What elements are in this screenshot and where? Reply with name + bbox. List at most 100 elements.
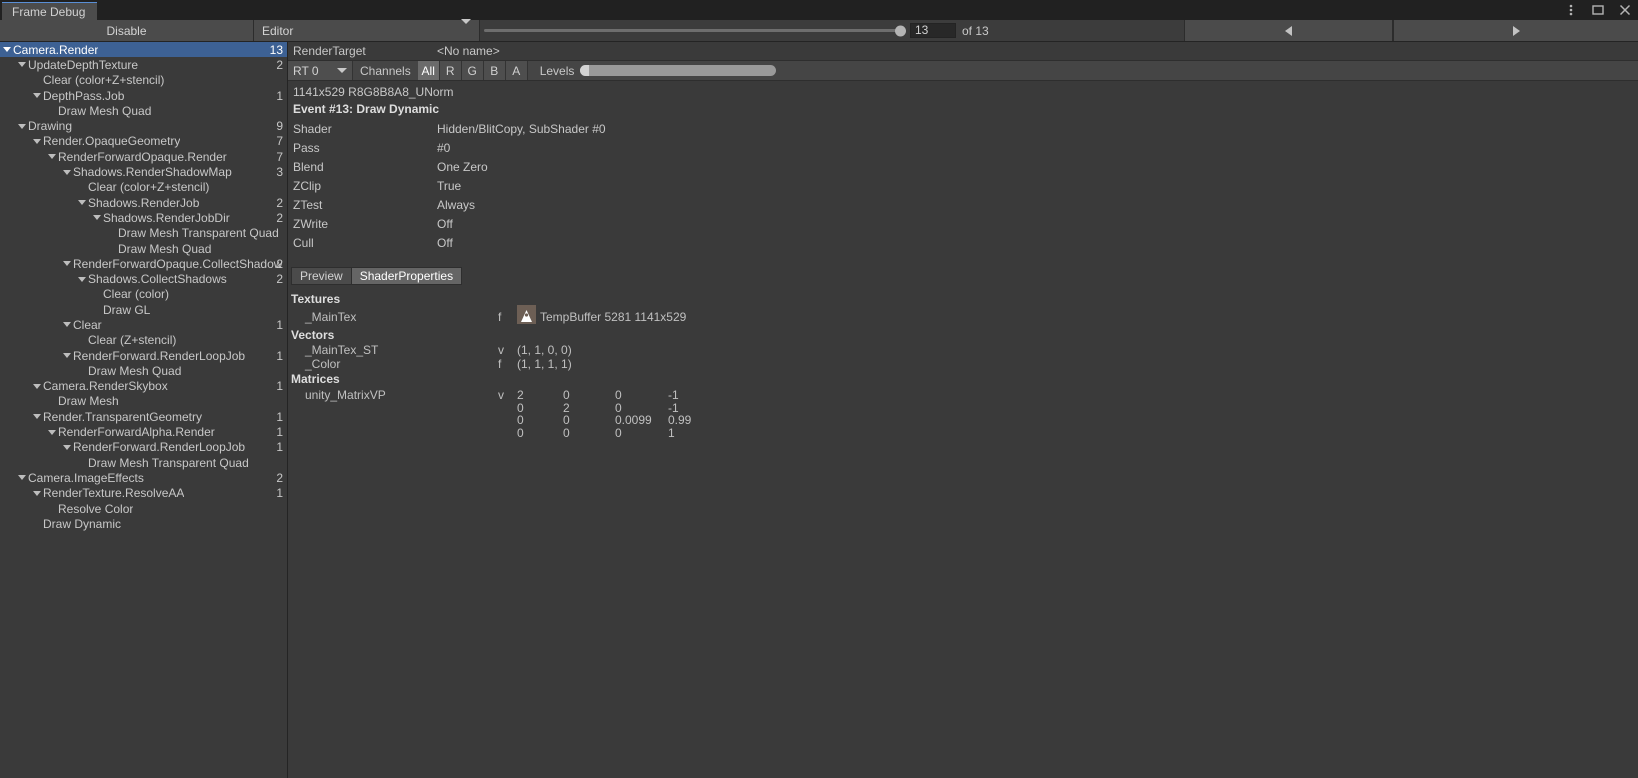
tree-row[interactable]: RenderForwardAlpha.Render 1 — [0, 424, 287, 439]
tree-row-label: Draw Mesh Transparent Quad — [118, 226, 279, 241]
matrix-cell: 0 — [517, 425, 524, 440]
foldout-toggle[interactable] — [60, 169, 73, 175]
tree-row-label: Shadows.RenderShadowMap — [73, 165, 232, 180]
foldout-toggle[interactable] — [60, 261, 73, 267]
event-property-value: #0 — [437, 141, 451, 155]
tree-row[interactable]: Render.OpaqueGeometry 7 — [0, 134, 287, 149]
tree-row-count: 1 — [276, 486, 283, 501]
event-slider-knob[interactable] — [895, 25, 906, 36]
kebab-menu-icon[interactable] — [1564, 3, 1578, 17]
levels-slider[interactable] — [580, 65, 777, 76]
tree-row[interactable]: Draw Mesh Quad — [0, 241, 287, 256]
foldout-toggle[interactable] — [0, 47, 13, 53]
tree-row-label: RenderForwardOpaque.CollectShadow — [73, 256, 283, 271]
tree-row-label: Clear (color+Z+stencil) — [43, 73, 165, 88]
triangle-down-icon — [32, 383, 41, 389]
tree-row[interactable]: Drawing 9 — [0, 118, 287, 133]
channel-button-a[interactable]: A — [505, 61, 528, 80]
tree-row[interactable]: Shadows.RenderJobDir 2 — [0, 210, 287, 225]
tree-row[interactable]: Resolve Color — [0, 501, 287, 516]
window-tab-frame-debug[interactable]: Frame Debug — [2, 2, 98, 20]
maximize-icon[interactable] — [1591, 3, 1605, 17]
tree-row-label: DepthPass.Job — [43, 88, 125, 103]
tree-row[interactable]: Shadows.CollectShadows 2 — [0, 271, 287, 286]
tree-row[interactable]: Draw Mesh Transparent Quad — [0, 226, 287, 241]
tree-row[interactable]: UpdateDepthTexture 2 — [0, 57, 287, 72]
tab-shaderproperties[interactable]: ShaderProperties — [351, 267, 463, 285]
foldout-toggle[interactable] — [15, 62, 28, 68]
foldout-toggle[interactable] — [90, 215, 103, 221]
tree-row[interactable]: RenderForwardOpaque.CollectShadow 2 — [0, 256, 287, 271]
tree-row[interactable]: Clear (Z+stencil) — [0, 333, 287, 348]
foldout-toggle[interactable] — [45, 154, 58, 160]
tree-row[interactable]: Draw Mesh Transparent Quad — [0, 455, 287, 470]
channel-button-g[interactable]: G — [461, 61, 484, 80]
foldout-toggle[interactable] — [15, 475, 28, 481]
target-dropdown[interactable]: Editor — [254, 18, 480, 41]
tree-row[interactable]: Draw Dynamic — [0, 516, 287, 531]
detail-tab-bar: Preview ShaderProperties — [291, 267, 1638, 285]
vector-value: (1, 1, 1, 1) — [517, 356, 572, 371]
disable-button[interactable]: Disable — [0, 20, 254, 41]
event-property-name: ZTest — [293, 198, 323, 212]
foldout-toggle[interactable] — [60, 444, 73, 450]
tree-row[interactable]: Clear (color+Z+stencil) — [0, 180, 287, 195]
foldout-toggle[interactable] — [60, 322, 73, 328]
event-slider[interactable] — [484, 20, 906, 41]
foldout-toggle[interactable] — [30, 490, 43, 496]
tree-row-count: 1 — [276, 440, 283, 455]
event-index-input[interactable]: 13 — [910, 23, 956, 38]
event-property-row: ZClip True — [288, 177, 1638, 196]
tree-row[interactable]: Render.TransparentGeometry 1 — [0, 409, 287, 424]
tree-row-count: 1 — [276, 409, 283, 424]
close-icon[interactable] — [1618, 3, 1632, 17]
triangle-down-icon — [92, 215, 101, 221]
foldout-toggle[interactable] — [30, 93, 43, 99]
foldout-toggle[interactable] — [30, 414, 43, 420]
tree-row[interactable]: RenderForwardOpaque.Render 7 — [0, 149, 287, 164]
tree-row[interactable]: Draw Mesh — [0, 394, 287, 409]
tree-row-label: Resolve Color — [58, 501, 134, 516]
triangle-right-icon — [1512, 25, 1520, 36]
next-event-button[interactable] — [1393, 20, 1638, 41]
event-property-list: Shader Hidden/BlitCopy, SubShader #0 Pass #… — [288, 120, 1638, 253]
vector-flag: v — [498, 343, 504, 357]
tree-row[interactable]: DepthPass.Job 1 — [0, 88, 287, 103]
tree-row[interactable]: Camera.ImageEffects 2 — [0, 470, 287, 485]
channel-button-b[interactable]: B — [483, 61, 506, 80]
texture-thumbnail-icon[interactable] — [517, 305, 536, 324]
tree-row-label: Draw Mesh Quad — [58, 103, 152, 118]
tree-row[interactable]: Draw GL — [0, 302, 287, 317]
tree-row[interactable]: Camera.RenderSkybox 1 — [0, 379, 287, 394]
event-tree[interactable]: Camera.Render 13 UpdateDepthTexture 2 Clear … — [0, 42, 288, 778]
foldout-toggle[interactable] — [45, 429, 58, 435]
tree-row[interactable]: Shadows.RenderShadowMap 3 — [0, 164, 287, 179]
previous-event-button[interactable] — [1184, 20, 1393, 41]
tree-row[interactable]: Draw Mesh Quad — [0, 103, 287, 118]
render-target-format: 1141x529 R8G8B8A8_UNorm — [293, 85, 454, 99]
tree-row[interactable]: Clear 1 — [0, 317, 287, 332]
channel-button-all[interactable]: All — [417, 61, 440, 80]
rt-select-dropdown[interactable]: RT 0 — [288, 61, 353, 80]
foldout-toggle[interactable] — [30, 383, 43, 389]
foldout-toggle[interactable] — [75, 276, 88, 282]
triangle-down-icon — [17, 123, 26, 129]
tree-row[interactable]: Clear (color+Z+stencil) — [0, 73, 287, 88]
tree-row[interactable]: Camera.Render 13 — [0, 42, 287, 58]
foldout-toggle[interactable] — [30, 138, 43, 144]
tree-row[interactable]: RenderForward.RenderLoopJob 1 — [0, 440, 287, 455]
levels-slider-knob[interactable] — [580, 65, 590, 76]
foldout-toggle[interactable] — [60, 353, 73, 359]
triangle-down-icon — [77, 276, 86, 282]
tree-row[interactable]: Draw Mesh Quad — [0, 363, 287, 378]
tree-row[interactable]: RenderTexture.ResolveAA 1 — [0, 486, 287, 501]
foldout-toggle[interactable] — [15, 123, 28, 129]
tree-row-label: Draw Mesh Transparent Quad — [88, 455, 249, 470]
tab-preview[interactable]: Preview — [291, 267, 352, 285]
tree-row[interactable]: Clear (color) — [0, 287, 287, 302]
matrix-row: unity_MatrixVP v 2 0 0 -1 0 2 0 -1 0 0 0.0099 0.99 0 0 0… — [288, 388, 1638, 440]
channel-button-r[interactable]: R — [439, 61, 462, 80]
foldout-toggle[interactable] — [75, 200, 88, 206]
tree-row[interactable]: RenderForward.RenderLoopJob 1 — [0, 348, 287, 363]
tree-row[interactable]: Shadows.RenderJob 2 — [0, 195, 287, 210]
